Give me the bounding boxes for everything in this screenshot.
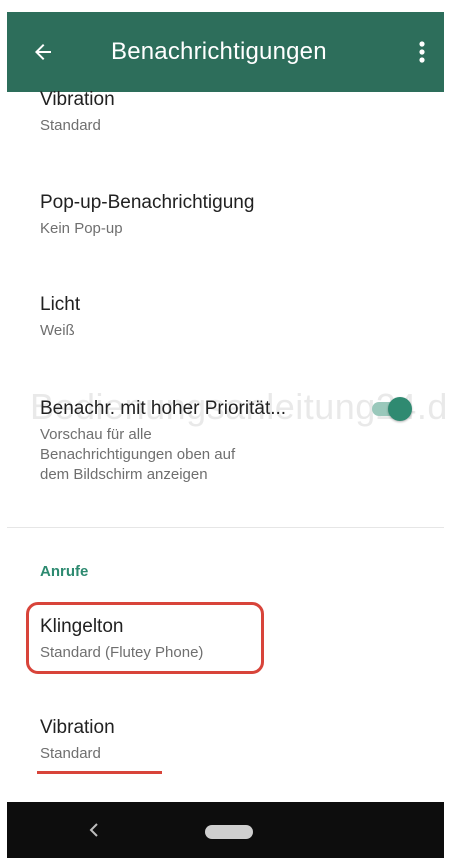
arrow-left-icon[interactable] [31,40,55,64]
setting-value: Standard [40,117,101,134]
setting-light[interactable]: Licht Weiß [40,293,420,341]
setting-call-vibration[interactable]: Vibration Standard [40,716,420,764]
setting-description-line: Vorschau für alle [40,426,152,443]
more-vert-icon[interactable] [416,38,428,66]
high-priority-toggle[interactable] [366,397,416,421]
system-nav-bar [7,802,444,858]
section-header-calls: Anrufe [40,563,89,580]
setting-title: Vibration [40,89,115,110]
setting-value: Weiß [40,322,75,339]
annotation-underline [37,771,162,774]
annotation-highlight-box [26,602,264,674]
setting-title: Pop-up-Benachrichtigung [40,192,255,213]
app-bar: Benachrichtigungen [7,12,444,92]
setting-message-vibration[interactable]: Vibration Standard [40,88,420,136]
screen: Benachrichtigungen Vibration Standard Po… [0,0,449,858]
setting-title: Benachr. mit hoher Priorität... [40,398,287,419]
status-bar [0,0,449,12]
setting-high-priority[interactable]: Benachr. mit hoher Priorität... Vorschau… [40,397,340,485]
setting-value: Kein Pop-up [40,220,123,237]
setting-popup-notification[interactable]: Pop-up-Benachrichtigung Kein Pop-up [40,191,420,239]
setting-description-line: dem Bildschirm anzeigen [40,466,208,483]
setting-title: Vibration [40,717,115,738]
setting-description-line: Benachrichtigungen oben auf [40,446,236,463]
page-title: Benachrichtigungen [111,38,327,65]
toggle-knob [388,397,412,421]
nav-home-pill-icon[interactable] [205,825,253,839]
section-divider [7,527,444,528]
setting-description: Vorschau für alle Benachrichtigungen obe… [40,425,340,485]
nav-back-icon[interactable] [87,822,101,838]
setting-value: Standard [40,745,101,762]
setting-title: Licht [40,294,81,315]
